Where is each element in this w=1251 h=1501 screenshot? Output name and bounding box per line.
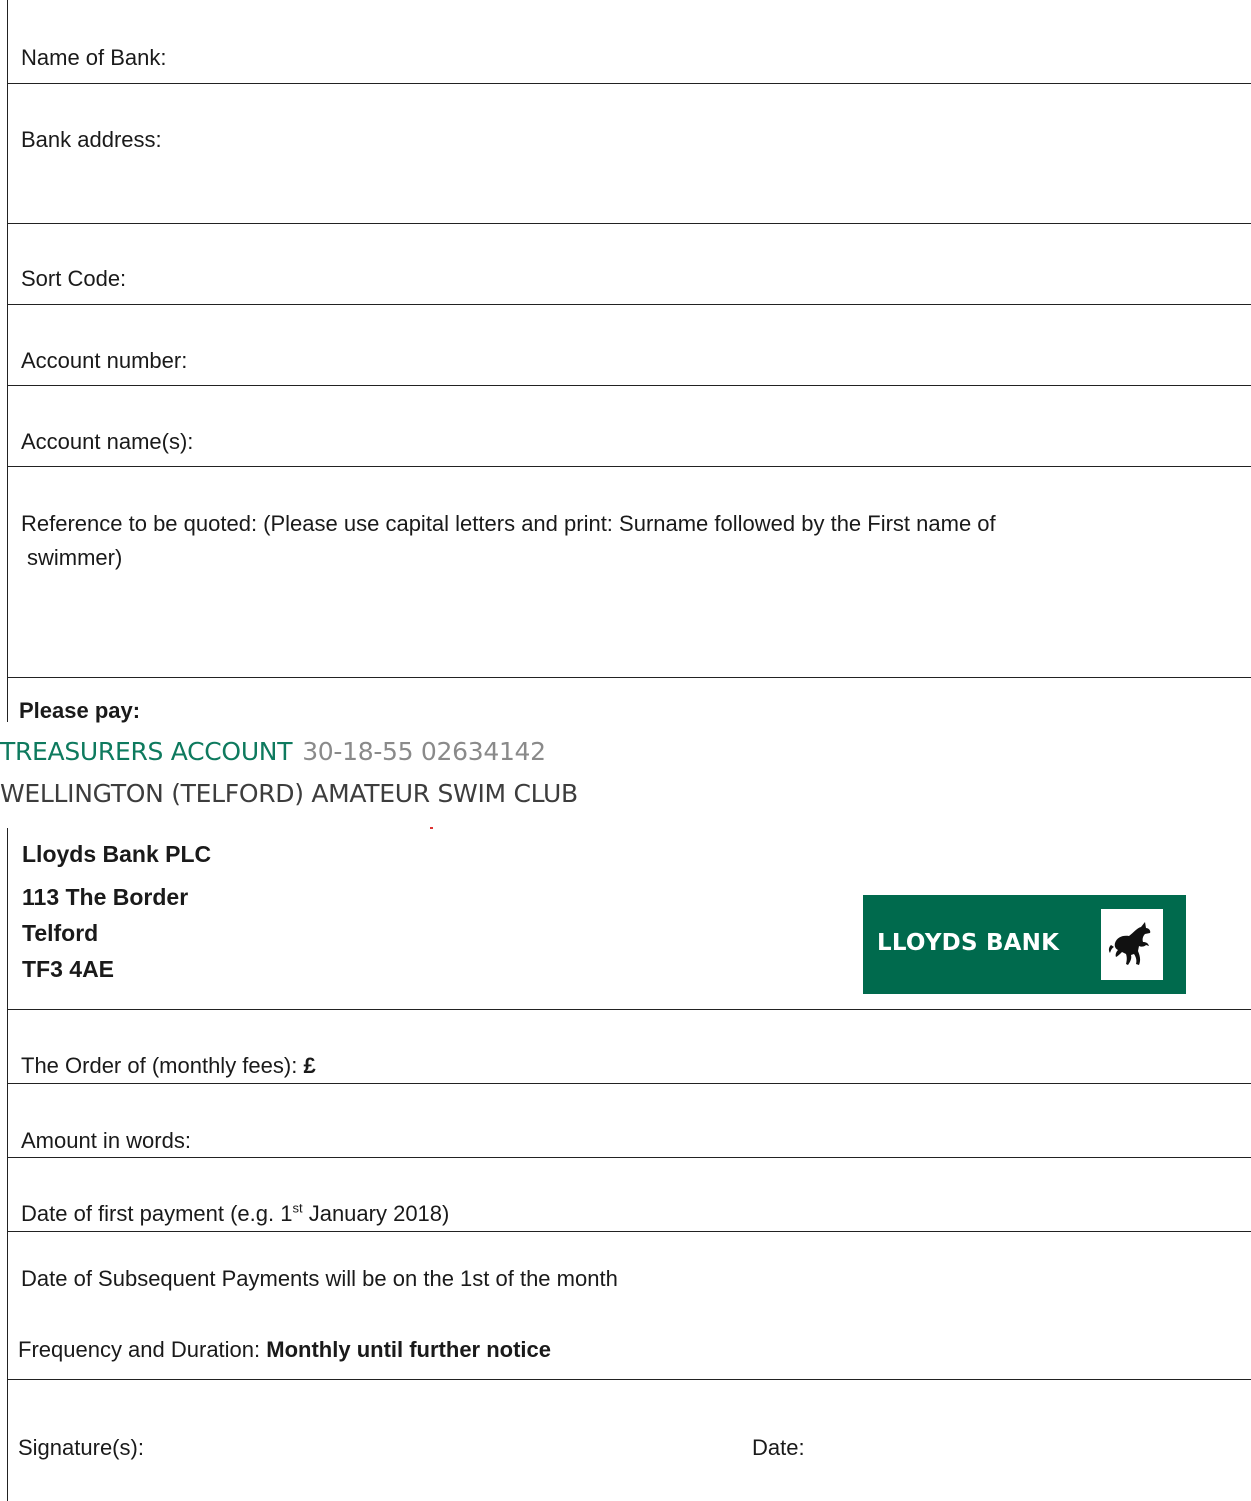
horse-icon xyxy=(1101,909,1163,980)
reference-label-continued: swimmer) xyxy=(27,545,123,570)
amount-in-words-label: Amount in words: xyxy=(21,1128,191,1153)
sort-code-label: Sort Code: xyxy=(21,266,127,291)
row-divider xyxy=(7,1009,1251,1010)
order-of-label: The Order of (monthly fees): £ xyxy=(21,1053,316,1079)
red-mark xyxy=(430,827,433,829)
subsequent-payments-label: Date of Subsequent Payments will be on t… xyxy=(21,1266,618,1291)
club-name: WELLINGTON (TELFORD) AMATEUR SWIM CLUB xyxy=(0,779,578,808)
order-of-text: The Order of (monthly fees): xyxy=(21,1053,304,1078)
row-divider xyxy=(7,1379,1251,1380)
sort-code-account-number: 30-18-55 02634142 xyxy=(302,737,546,766)
first-payment-text: Date of first payment (e.g. 1 xyxy=(21,1201,293,1226)
date-label: Date: xyxy=(752,1435,805,1460)
signature-label: Signature(s): xyxy=(18,1435,144,1460)
row-divider xyxy=(7,83,1251,84)
ordinal-suffix: st xyxy=(292,1200,303,1216)
bank-address-label: Bank address: xyxy=(21,127,162,152)
account-number-label: Account number: xyxy=(21,348,188,373)
row-divider xyxy=(7,1083,1251,1084)
row-divider xyxy=(7,1231,1251,1232)
row-divider xyxy=(7,466,1251,467)
bank-postcode: TF3 4AE xyxy=(22,956,115,982)
first-payment-text-end: January 2018) xyxy=(302,1201,450,1226)
row-divider xyxy=(7,1157,1251,1158)
frequency-value: Monthly until further notice xyxy=(266,1337,552,1362)
treasurers-account-label: TREASURERS ACCOUNT xyxy=(0,737,293,766)
form-border-left xyxy=(7,828,8,1501)
reference-label: Reference to be quoted: (Please use capi… xyxy=(21,511,996,536)
bank-town: Telford xyxy=(22,920,99,946)
row-divider xyxy=(7,304,1251,305)
form-border-left xyxy=(7,0,8,722)
frequency-duration-label: Frequency and Duration: Monthly until fu… xyxy=(18,1337,551,1363)
bank-street: 113 The Border xyxy=(22,884,189,910)
frequency-text: Frequency and Duration: xyxy=(18,1337,267,1362)
row-divider xyxy=(7,677,1251,678)
currency-symbol: £ xyxy=(303,1053,316,1078)
name-of-bank-label: Name of Bank: xyxy=(21,45,167,70)
bank-name: Lloyds Bank PLC xyxy=(22,841,212,867)
please-pay-label: Please pay: xyxy=(19,698,141,723)
standing-order-form: Name of Bank: Bank address: Sort Code: A… xyxy=(0,0,1251,1501)
account-names-label: Account name(s): xyxy=(21,429,194,454)
row-divider xyxy=(7,223,1251,224)
first-payment-label: Date of first payment (e.g. 1st January … xyxy=(21,1201,449,1227)
logo-text: LLOYDS BANK xyxy=(877,930,1060,956)
row-divider xyxy=(7,385,1251,386)
payee-account-line: TREASURERS ACCOUNT 30-18-55 02634142 xyxy=(0,736,546,768)
lloyds-bank-logo: LLOYDS BANK xyxy=(863,895,1186,994)
